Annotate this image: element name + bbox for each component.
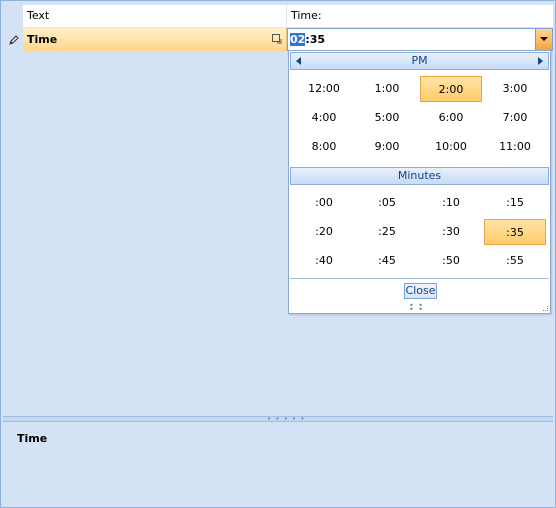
minute-option[interactable]: :55 bbox=[484, 248, 546, 274]
close-button[interactable]: Close bbox=[404, 283, 437, 299]
minute-option[interactable]: :10 bbox=[420, 190, 482, 216]
hour-option[interactable]: 12:00 bbox=[293, 76, 355, 102]
minute-option[interactable]: :15 bbox=[484, 190, 546, 216]
minutes-header: Minutes bbox=[290, 167, 549, 185]
minute-option[interactable]: :25 bbox=[356, 219, 418, 245]
property-grid-window: Text Time: Time 02:35 PM 12:00 1:00 2:00… bbox=[0, 0, 556, 508]
column-header-text[interactable]: Text bbox=[23, 5, 287, 27]
arrow-right-icon[interactable] bbox=[538, 57, 543, 65]
edit-popup-icon[interactable] bbox=[272, 34, 282, 44]
minute-option[interactable]: :40 bbox=[293, 248, 355, 274]
minute-option[interactable]: :20 bbox=[293, 219, 355, 245]
hour-option[interactable]: 8:00 bbox=[293, 134, 355, 160]
hour-option[interactable]: 1:00 bbox=[356, 76, 418, 102]
row-label-cell[interactable]: Time bbox=[23, 28, 287, 51]
chevron-down-icon bbox=[540, 37, 548, 41]
hour-option[interactable]: 3:00 bbox=[484, 76, 546, 102]
hour-option[interactable]: 9:00 bbox=[356, 134, 418, 160]
column-header-time[interactable]: Time: bbox=[287, 5, 553, 27]
minutes-label: Minutes bbox=[397, 169, 442, 182]
minute-option[interactable]: :50 bbox=[420, 248, 482, 274]
splitter-grip: • • • • • bbox=[267, 415, 306, 423]
pencil-icon bbox=[9, 35, 19, 45]
period-label: PM bbox=[411, 54, 428, 67]
hour-option[interactable]: 4:00 bbox=[293, 105, 355, 131]
time-hour-selection: 02 bbox=[290, 33, 306, 46]
time-picker-popup: PM 12:00 1:00 2:00 3:00 4:00 5:00 6:00 7:00 8:00… bbox=[288, 50, 551, 314]
description-title: Time bbox=[17, 432, 48, 445]
description-panel: Time bbox=[3, 422, 553, 505]
row-label: Time bbox=[27, 33, 58, 46]
table-row[interactable]: Time 02:35 bbox=[23, 28, 553, 51]
minute-option[interactable]: :05 bbox=[356, 190, 418, 216]
header-row: Text Time: bbox=[23, 5, 553, 28]
time-value: 02:35 bbox=[290, 33, 325, 46]
hour-option[interactable]: 11:00 bbox=[484, 134, 546, 160]
dropdown-button[interactable] bbox=[535, 29, 552, 50]
minute-option[interactable]: :30 bbox=[420, 219, 482, 245]
time-editor-input[interactable]: 02:35 bbox=[287, 28, 553, 51]
minute-option[interactable]: :45 bbox=[356, 248, 418, 274]
resize-grip-icon[interactable] bbox=[543, 306, 548, 311]
hour-option[interactable]: 5:00 bbox=[356, 105, 418, 131]
hour-option[interactable]: 2:00 bbox=[420, 76, 482, 102]
time-minutes-text: :35 bbox=[305, 33, 326, 46]
minute-option[interactable]: :00 bbox=[293, 190, 355, 216]
divider bbox=[290, 278, 549, 279]
arrow-left-icon[interactable] bbox=[296, 57, 301, 65]
hour-option[interactable]: 10:00 bbox=[420, 134, 482, 160]
hour-option[interactable]: 7:00 bbox=[484, 105, 546, 131]
popup-resize-handle[interactable]: • • • • bbox=[409, 302, 429, 314]
period-header: PM bbox=[290, 52, 549, 70]
minute-option[interactable]: :35 bbox=[484, 219, 546, 245]
hour-option[interactable]: 6:00 bbox=[420, 105, 482, 131]
